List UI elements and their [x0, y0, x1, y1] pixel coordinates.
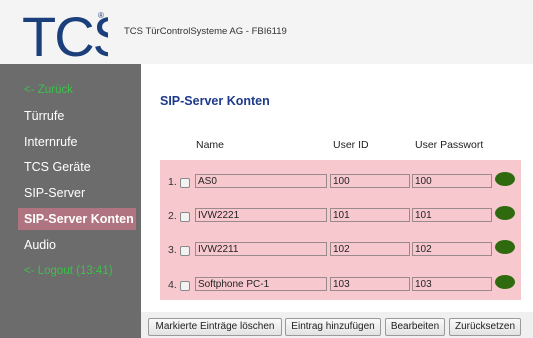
user-id-field[interactable]	[330, 277, 410, 291]
row-checkbox[interactable]	[180, 212, 190, 222]
user-id-field[interactable]	[330, 174, 410, 188]
tcs-logo: TCS ®	[22, 6, 108, 60]
status-dot-icon	[495, 172, 515, 186]
column-header-user-id: User ID	[333, 139, 369, 151]
nav-tcs-geraete[interactable]: TCS Geräte	[0, 156, 141, 178]
column-header-password: User Passwort	[415, 139, 484, 151]
table-row: 4.	[160, 275, 521, 299]
reset-button[interactable]: Zurücksetzen	[449, 318, 521, 336]
page-title: SIP-Server Konten	[160, 94, 270, 108]
row-checkbox[interactable]	[180, 246, 190, 256]
user-id-field[interactable]	[330, 208, 410, 222]
nav-audio[interactable]: Audio	[0, 234, 141, 256]
row-number: 1.	[168, 176, 177, 188]
row-checkbox[interactable]	[180, 178, 190, 188]
password-field[interactable]	[412, 174, 492, 188]
user-id-field[interactable]	[330, 242, 410, 256]
row-checkbox[interactable]	[180, 281, 190, 291]
table-row: 2.	[160, 206, 521, 230]
status-dot-icon	[495, 240, 515, 254]
nav-sip-server-konten[interactable]: SIP-Server Konten	[18, 208, 136, 230]
name-field[interactable]	[195, 277, 327, 291]
edit-button[interactable]: Bearbeiten	[385, 318, 445, 336]
status-dot-icon	[495, 275, 515, 289]
password-field[interactable]	[412, 277, 492, 291]
table-row: 1.	[160, 172, 521, 196]
table-row: 3.	[160, 240, 521, 264]
row-number: 2.	[168, 210, 177, 222]
svg-text:®: ®	[98, 11, 104, 20]
password-field[interactable]	[412, 242, 492, 256]
app-title: TCS TürControlSysteme AG - FBI6119	[124, 26, 287, 37]
delete-marked-button[interactable]: Markierte Einträge löschen	[148, 318, 282, 336]
nav-internrufe[interactable]: Internrufe	[0, 131, 141, 153]
column-header-name: Name	[196, 139, 225, 151]
nav-sip-server[interactable]: SIP-Server	[0, 182, 141, 204]
name-field[interactable]	[195, 174, 327, 188]
nav-tuerrufe[interactable]: Türrufe	[0, 105, 141, 127]
row-number: 4.	[168, 279, 177, 291]
status-dot-icon	[495, 206, 515, 220]
row-number: 3.	[168, 244, 177, 256]
name-field[interactable]	[195, 208, 327, 222]
svg-text:TCS: TCS	[22, 6, 108, 60]
header: TCS ® TCS TürControlSysteme AG - FBI6119	[0, 0, 533, 64]
password-field[interactable]	[412, 208, 492, 222]
nav-back-link[interactable]: <- Zurück	[0, 79, 141, 101]
add-entry-button[interactable]: Eintrag hinzufügen	[285, 318, 381, 336]
nav-logout-link[interactable]: <- Logout (13:41)	[0, 260, 141, 282]
name-field[interactable]	[195, 242, 327, 256]
